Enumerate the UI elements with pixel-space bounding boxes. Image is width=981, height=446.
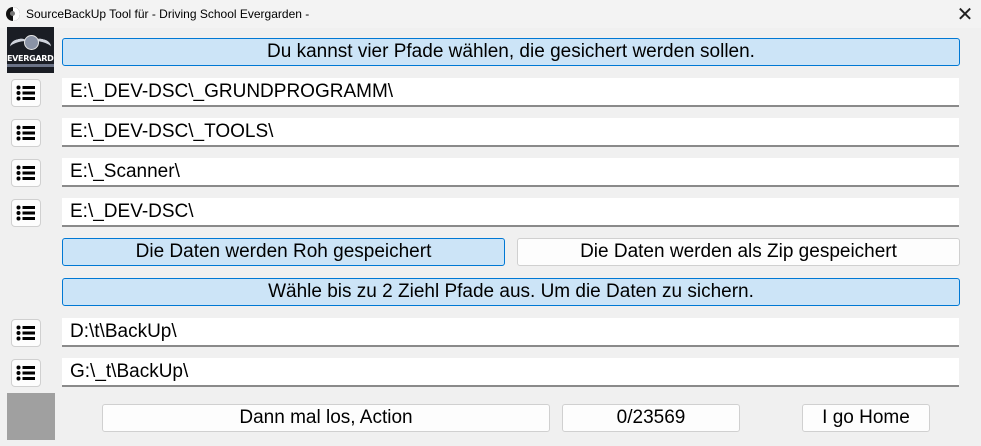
home-button[interactable]: I go Home [802, 404, 930, 432]
save-zip-button[interactable]: Die Daten werden als Zip gespeichert [517, 238, 960, 266]
browse-target-2-button[interactable] [11, 359, 41, 387]
browse-source-1-button[interactable] [11, 79, 41, 107]
yin-yang-icon [6, 7, 20, 21]
close-button[interactable]: ✕ [948, 2, 981, 26]
logo-text: EVERGARDEN [7, 54, 54, 63]
action-button[interactable]: Dann mal los, Action [102, 404, 550, 432]
list-icon [16, 365, 35, 381]
source-paths-banner: Du kannst vier Pfade wählen, die gesiche… [62, 38, 960, 66]
source-path-1-field[interactable]: E:\_DEV-DSC\_GRUNDPROGRAMM\ [62, 78, 959, 107]
target-path-2-field[interactable]: G:\_t\BackUp\ [62, 358, 959, 387]
source-path-3-field[interactable]: E:\_Scanner\ [62, 158, 959, 187]
logo-emblem [24, 35, 39, 50]
save-raw-button[interactable]: Die Daten werden Roh gespeichert [62, 238, 505, 266]
browse-source-2-button[interactable] [11, 119, 41, 147]
target-paths-banner: Wähle bis zu 2 Ziehl Pfade aus. Um die D… [62, 278, 960, 306]
browse-source-4-button[interactable] [11, 199, 41, 227]
source-path-4-field[interactable]: E:\_DEV-DSC\ [62, 198, 959, 227]
list-icon [16, 165, 35, 181]
title-bar: SourceBackUp Tool für - Driving School E… [0, 0, 981, 28]
source-path-2-field[interactable]: E:\_DEV-DSC\_TOOLS\ [62, 118, 959, 147]
window-title: SourceBackUp Tool für - Driving School E… [26, 7, 310, 21]
progress-counter: 0/23569 [562, 404, 740, 432]
logo-underline [7, 64, 54, 67]
target-path-1-field[interactable]: D:\t\BackUp\ [62, 318, 959, 347]
browse-target-1-button[interactable] [11, 319, 41, 347]
status-indicator [7, 393, 55, 440]
browse-source-3-button[interactable] [11, 159, 41, 187]
list-icon [16, 85, 35, 101]
evergarden-logo: EVERGARDEN [7, 27, 54, 73]
list-icon [16, 325, 35, 341]
list-icon [16, 125, 35, 141]
list-icon [16, 205, 35, 221]
